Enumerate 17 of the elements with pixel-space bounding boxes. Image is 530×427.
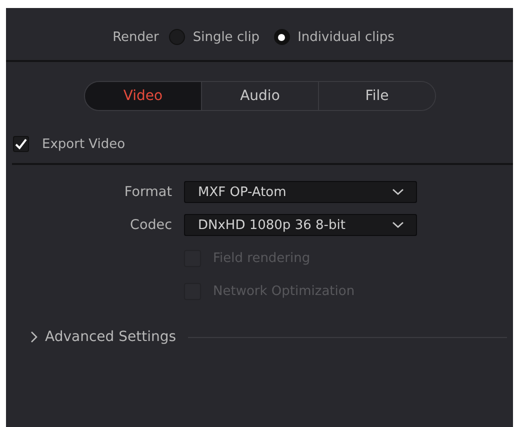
section-header[interactable]: Advanced Settings [45,329,176,345]
chevron-down-icon [392,221,404,229]
checkbox[interactable] [13,136,29,152]
radio-button[interactable] [168,29,185,45]
field-label: Format [123,184,172,200]
chevron-right-icon[interactable] [30,331,38,343]
tab[interactable]: File [318,82,435,110]
checkbox-label[interactable]: Export Video [42,136,126,152]
radio-label[interactable]: Single clip [192,30,260,44]
radio-label[interactable]: Individual clips [298,30,394,44]
render-label: Render [112,30,159,44]
radio-button[interactable] [274,29,290,45]
field-label: Codec [129,217,172,233]
dropdown[interactable]: DNxHD 1080p 36 8-bit [184,214,417,236]
dropdown[interactable]: MXF OP-Atom [184,181,417,203]
chevron-down-icon [392,188,404,196]
tab[interactable]: Video [85,82,201,110]
